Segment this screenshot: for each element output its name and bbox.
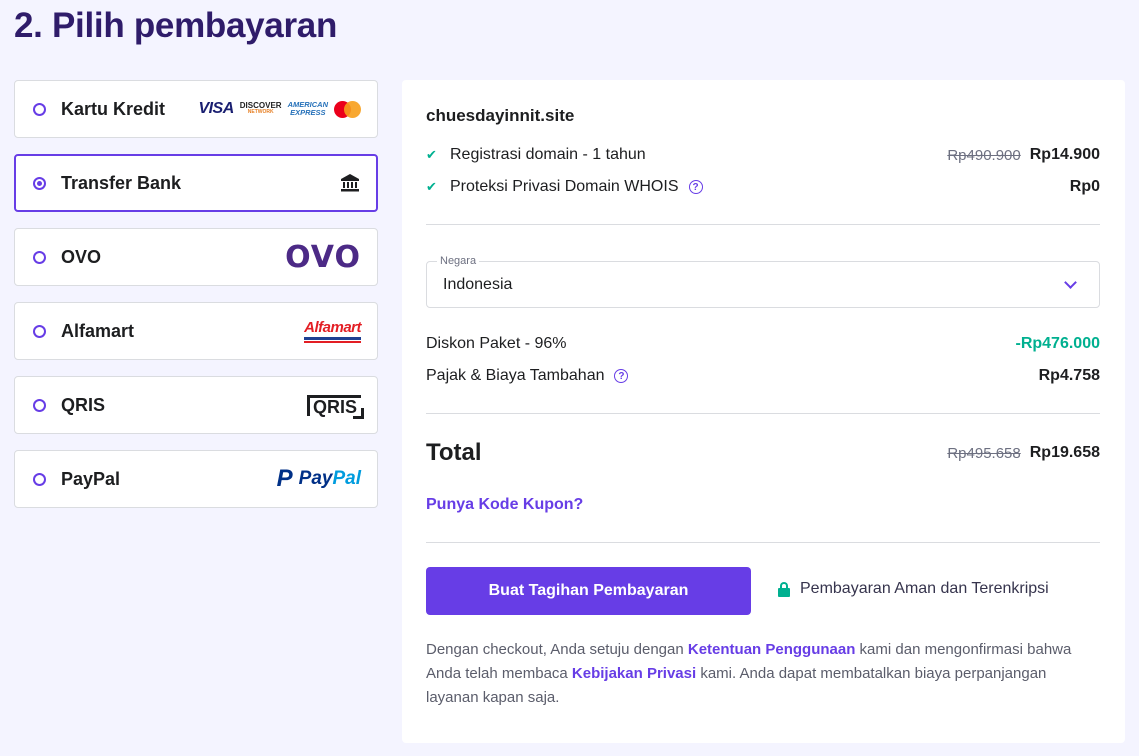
privacy-policy-link[interactable]: Kebijakan Privasi (572, 665, 696, 682)
line-item-label: Proteksi Privasi Domain WHOIS (450, 178, 679, 195)
tax-label: Pajak & Biaya Tambahan (426, 367, 605, 384)
payment-method-label: OVO (61, 246, 102, 267)
help-icon[interactable]: ? (614, 369, 629, 383)
radio-button[interactable] (33, 250, 46, 264)
payment-method-qris[interactable]: QRIS QRIS (14, 376, 378, 434)
payment-method-label: Alfamart (61, 320, 135, 341)
total-label: Total (426, 439, 482, 466)
divider (426, 224, 1100, 225)
payment-method-label: QRIS (61, 394, 106, 415)
radio-button[interactable] (33, 472, 46, 486)
coupon-link[interactable]: Punya Kode Kupon? (426, 496, 583, 514)
mastercard-logo (334, 100, 361, 118)
payment-method-label: Transfer Bank (61, 172, 182, 193)
divider (426, 413, 1100, 414)
check-icon: ✔ (426, 147, 437, 162)
tax-value: Rp4.758 (1038, 367, 1100, 384)
check-icon: ✔ (426, 179, 437, 194)
secure-payment-text: Pembayaran Aman dan Terenkripsi (800, 580, 1049, 597)
legal-text: Dengan checkout, Anda setuju dengan Kete… (426, 641, 1072, 706)
total-row: Total Rp495.658 Rp19.658 (426, 438, 1100, 468)
bank-icon (340, 173, 360, 193)
discount-value: -Rp476.000 (1015, 335, 1101, 352)
country-select-value: Indonesia (443, 275, 513, 293)
payment-method-bank-transfer[interactable]: Transfer Bank (14, 154, 378, 212)
radio-button[interactable] (33, 102, 46, 116)
tax-row: Pajak & Biaya Tambahan ? Rp4.758 (426, 365, 1100, 387)
price: Rp14.900 (1029, 146, 1100, 163)
payment-method-credit-card[interactable]: Kartu Kredit VISA DISCOVER NETWORK AMERIC… (14, 80, 378, 138)
qris-logo: QRIS (306, 394, 365, 419)
card-logos: VISA DISCOVER NETWORK AMERICAN EXPRESS (198, 100, 361, 118)
paypal-logo: P PayPal (276, 465, 361, 492)
discount-row: Diskon Paket - 96% -Rp476.000 (426, 333, 1100, 355)
secure-payment-note: Pembayaran Aman dan Terenkripsi (778, 580, 1049, 598)
old-price: Rp490.900 (947, 146, 1021, 164)
payment-method-ovo[interactable]: OVO OVO (14, 228, 378, 286)
radio-button[interactable] (33, 398, 46, 412)
discount-label: Diskon Paket - 96% (426, 335, 567, 352)
discover-logo: DISCOVER NETWORK (239, 101, 282, 116)
payment-method-label: PayPal (61, 468, 121, 489)
divider (426, 542, 1100, 543)
line-item-whois-privacy: ✔ Proteksi Privasi Domain WHOIS ? Rp0 (426, 176, 1100, 198)
page-title: 2. Pilih pembayaran (14, 6, 338, 45)
ovo-logo: OVO (285, 239, 361, 275)
line-item-domain-registration: ✔ Registrasi domain - 1 tahun Rp490.900 … (426, 144, 1100, 166)
payment-method-alfamart[interactable]: Alfamart Alfamart (14, 302, 378, 360)
country-select[interactable]: Negara Indonesia (426, 255, 1100, 308)
payment-method-label: Kartu Kredit (61, 98, 166, 119)
amex-logo: AMERICAN EXPRESS (287, 100, 328, 117)
payment-method-paypal[interactable]: PayPal P PayPal (14, 450, 378, 508)
total-old-price: Rp495.658 (947, 444, 1021, 462)
alfamart-logo: Alfamart (304, 319, 361, 343)
terms-of-service-link[interactable]: Ketentuan Penggunaan (688, 641, 856, 658)
total-price: Rp19.658 (1029, 444, 1100, 461)
create-invoice-button[interactable]: Buat Tagihan Pembayaran (426, 567, 751, 615)
country-select-label: Negara (437, 255, 480, 267)
order-summary-card: chuesdayinnit.site ✔ Registrasi domain -… (402, 80, 1125, 743)
line-item-label: Registrasi domain - 1 tahun (450, 146, 646, 163)
radio-button[interactable] (33, 324, 46, 338)
radio-button-selected[interactable] (33, 176, 46, 190)
chevron-down-icon (1064, 275, 1077, 289)
visa-logo: VISA (198, 100, 234, 117)
payment-methods-list: Kartu Kredit VISA DISCOVER NETWORK AMERIC… (14, 80, 378, 524)
price: Rp0 (1069, 178, 1100, 195)
domain-name: chuesdayinnit.site (426, 106, 575, 125)
lock-icon (778, 581, 790, 597)
help-icon[interactable]: ? (688, 180, 703, 194)
